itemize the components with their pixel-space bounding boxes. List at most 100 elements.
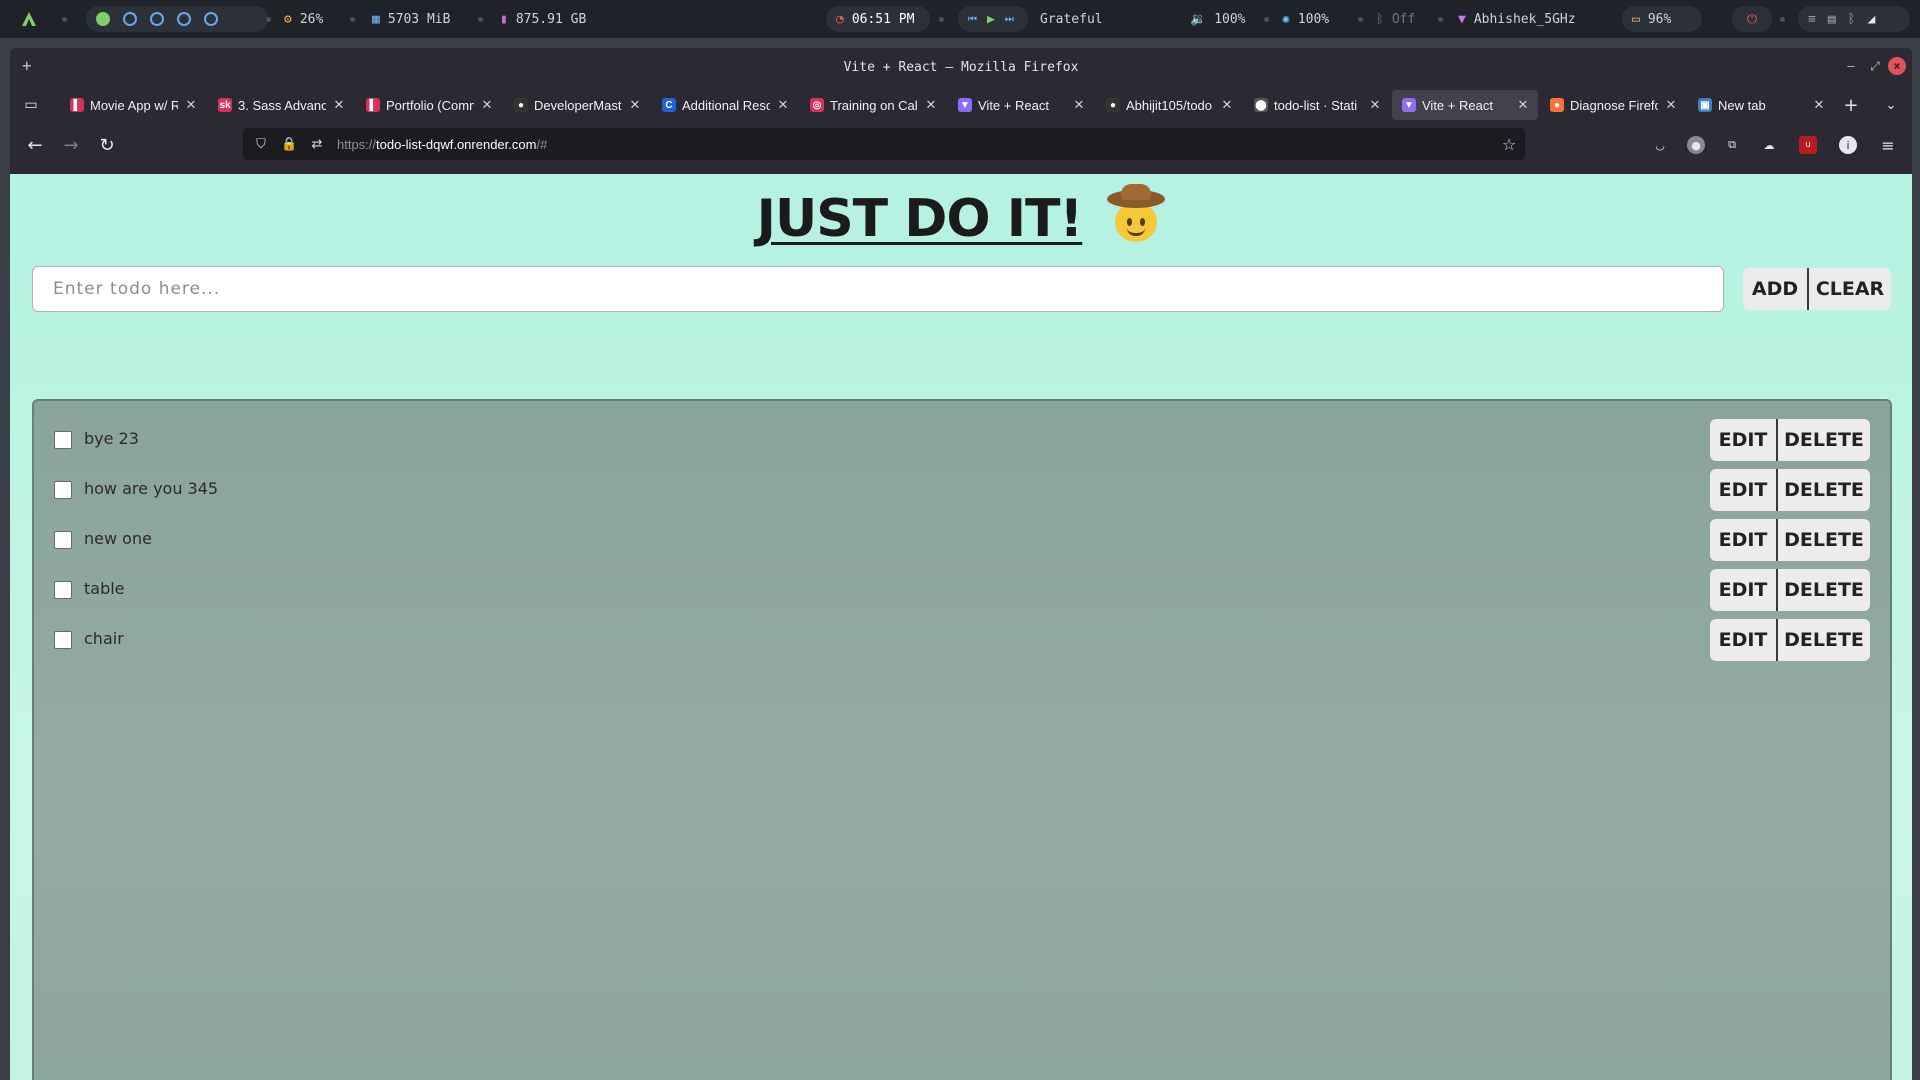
tab-9[interactable]: ⬤ todo-list · Stati ✕: [1244, 90, 1390, 120]
previous-track-icon[interactable]: ⏮: [968, 14, 977, 25]
tab-favicon-icon: ●: [1106, 98, 1120, 112]
todo-checkbox[interactable]: [54, 431, 72, 449]
tab-label: DeveloperMaste: [534, 97, 622, 113]
tab-close-icon[interactable]: ✕: [1072, 97, 1086, 113]
media-controls: ⏮ ▶ ⏭: [958, 6, 1028, 32]
tab-close-icon[interactable]: ✕: [1220, 97, 1234, 113]
todo-checkbox[interactable]: [54, 531, 72, 549]
tab-6[interactable]: ◎ Training on Calc ✕: [800, 90, 946, 120]
workspace-2-icon[interactable]: [123, 12, 137, 26]
brightness-icon: ✺: [1282, 11, 1290, 27]
tracking-shield-icon[interactable]: ⛉: [253, 137, 269, 152]
workspace-switcher[interactable]: [86, 6, 268, 32]
tab-3[interactable]: ▌ Portfolio (Comm ✕: [356, 90, 502, 120]
pocket-icon[interactable]: ◡: [1651, 136, 1669, 154]
tab-12[interactable]: ▣ New tab ✕: [1688, 90, 1834, 120]
tab-overview-icon[interactable]: ▭: [20, 94, 42, 116]
todo-text: chair: [84, 629, 124, 648]
tab-label: Training on Calc: [830, 97, 918, 113]
delete-button[interactable]: DELETE: [1776, 619, 1870, 661]
todo-actions: EDIT DELETE: [1710, 419, 1870, 461]
delete-button[interactable]: DELETE: [1776, 569, 1870, 611]
lock-icon[interactable]: 🔒: [281, 137, 297, 152]
edit-button[interactable]: EDIT: [1710, 519, 1776, 561]
edit-button[interactable]: EDIT: [1710, 619, 1776, 661]
notification-icon[interactable]: ◢: [1867, 12, 1875, 27]
tab-5[interactable]: C Additional Reso ✕: [652, 90, 798, 120]
tab-close-icon[interactable]: ✕: [776, 97, 790, 113]
extension-i-icon[interactable]: i: [1839, 136, 1857, 154]
workspace-1-icon[interactable]: [96, 12, 110, 26]
tab-close-icon[interactable]: ✕: [184, 97, 198, 113]
maximize-icon[interactable]: ⤢: [1866, 57, 1884, 75]
edit-button[interactable]: EDIT: [1710, 419, 1776, 461]
close-window-icon[interactable]: ×: [1888, 57, 1906, 75]
tab-close-icon[interactable]: ✕: [332, 97, 346, 113]
todo-item: bye 23 EDIT DELETE: [34, 415, 1890, 465]
todo-checkbox[interactable]: [54, 481, 72, 499]
todo-checkbox[interactable]: [54, 581, 72, 599]
launcher-icon[interactable]: [20, 0, 38, 38]
brightness-indicator[interactable]: ✺ 100%: [1282, 0, 1329, 38]
filter-icon[interactable]: ≡: [1808, 12, 1816, 27]
tab-close-icon[interactable]: ✕: [1368, 97, 1382, 113]
delete-button[interactable]: DELETE: [1776, 469, 1870, 511]
reload-icon[interactable]: ↻: [96, 134, 118, 156]
volume-indicator[interactable]: 🔉 100%: [1190, 0, 1246, 38]
system-bar: ⚙ 26% ▦ 5703 MiB ▮ 875.91 GB ◔ 06:51 PM …: [0, 0, 1920, 38]
wifi-indicator[interactable]: ▼ Abhishek_5GHz: [1458, 0, 1576, 38]
menu-icon[interactable]: ≡: [1879, 136, 1897, 155]
extension-cloud-icon[interactable]: ☁: [1760, 136, 1778, 154]
tab-4[interactable]: ● DeveloperMaste ✕: [504, 90, 650, 120]
bookmark-star-icon[interactable]: ☆: [1501, 135, 1517, 154]
tab-label: Diagnose Firefo: [1570, 97, 1658, 113]
workspace-5-icon[interactable]: [204, 12, 218, 26]
add-button[interactable]: ADD: [1743, 268, 1807, 310]
tab-8[interactable]: ● Abhijit105/todo ✕: [1096, 90, 1242, 120]
power-button[interactable]: ⏻: [1732, 6, 1772, 32]
todo-item: new one EDIT DELETE: [34, 515, 1890, 565]
extensions-icon[interactable]: ⧉: [1723, 136, 1741, 154]
tab-close-icon[interactable]: ✕: [924, 97, 938, 113]
next-track-icon[interactable]: ⏭: [1005, 14, 1014, 25]
tray: ≡ ▤ ᛒ ◢: [1798, 6, 1910, 32]
tab-1[interactable]: ▌ Movie App w/ Re ✕: [60, 90, 206, 120]
edit-button[interactable]: EDIT: [1710, 469, 1776, 511]
tab-close-icon[interactable]: ✕: [1664, 97, 1678, 113]
power-icon: ⏻: [1746, 11, 1758, 27]
tab-11[interactable]: ● Diagnose Firefo ✕: [1540, 90, 1686, 120]
tab-7[interactable]: ▼ Vite + React ✕: [948, 90, 1094, 120]
tab-2[interactable]: sk 3. Sass Advance ✕: [208, 90, 354, 120]
todo-item: how are you 345 EDIT DELETE: [34, 465, 1890, 515]
clipboard-icon[interactable]: ▤: [1828, 12, 1836, 27]
tab-close-icon[interactable]: ✕: [1812, 97, 1826, 113]
edit-button[interactable]: EDIT: [1710, 569, 1776, 611]
tab-favicon-icon: sk: [218, 98, 232, 112]
url-bar[interactable]: ⛉ 🔒 ⇄ https://todo-list-dqwf.onrender.co…: [243, 128, 1525, 160]
ublock-icon[interactable]: u: [1799, 136, 1817, 154]
new-tab-icon[interactable]: +: [1840, 94, 1862, 116]
workspace-4-icon[interactable]: [177, 12, 191, 26]
bluetooth-indicator[interactable]: ᛒ Off: [1376, 0, 1415, 38]
url-text[interactable]: https://todo-list-dqwf.onrender.com/#: [337, 137, 547, 152]
delete-button[interactable]: DELETE: [1776, 419, 1870, 461]
tab-close-icon[interactable]: ✕: [628, 97, 642, 113]
minimize-icon[interactable]: –: [1842, 57, 1860, 75]
back-icon[interactable]: ←: [24, 134, 46, 156]
app-title: JUST DO IT!: [10, 184, 1912, 249]
todo-actions: EDIT DELETE: [1710, 619, 1870, 661]
list-tabs-icon[interactable]: ⌄: [1880, 94, 1902, 116]
play-icon[interactable]: ▶: [987, 12, 995, 27]
tab-close-icon[interactable]: ✕: [1516, 97, 1530, 113]
tab-close-icon[interactable]: ✕: [480, 97, 494, 113]
workspace-3-icon[interactable]: [150, 12, 164, 26]
battery-icon: ▭: [1632, 11, 1640, 27]
delete-button[interactable]: DELETE: [1776, 519, 1870, 561]
permissions-icon[interactable]: ⇄: [309, 137, 325, 152]
clear-button[interactable]: CLEAR: [1807, 268, 1891, 310]
tray-bluetooth-icon[interactable]: ᛒ: [1848, 12, 1856, 27]
todo-input[interactable]: [32, 266, 1724, 312]
account-icon[interactable]: ●: [1687, 136, 1705, 154]
todo-checkbox[interactable]: [54, 631, 72, 649]
tab-10[interactable]: ▼ Vite + React ✕: [1392, 90, 1538, 120]
